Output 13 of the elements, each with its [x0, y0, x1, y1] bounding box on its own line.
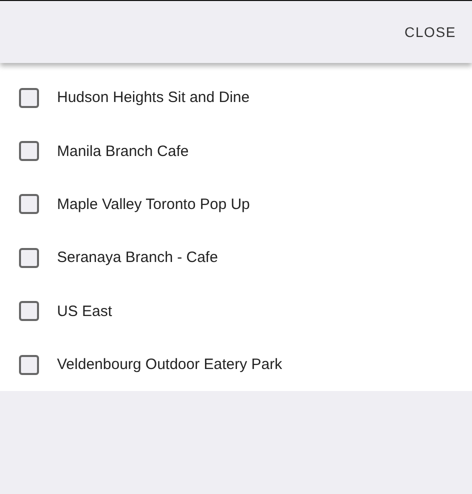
- option-label: Seranaya Branch - Cafe: [57, 249, 218, 266]
- checkbox[interactable]: [19, 194, 39, 214]
- checkbox[interactable]: [19, 354, 39, 375]
- option-label: US East: [57, 302, 112, 320]
- option-label: Hudson Heights Sit and Dine: [57, 89, 250, 106]
- option-label: Veldenbourg Outdoor Eatery Park: [57, 356, 282, 374]
- close-button[interactable]: CLOSE: [398, 18, 462, 46]
- checkbox[interactable]: [19, 248, 39, 268]
- option-label: Maple Valley Toronto Pop Up: [57, 196, 250, 213]
- checkbox[interactable]: [19, 88, 39, 108]
- option-label: Manila Branch Cafe: [57, 142, 189, 160]
- checkbox[interactable]: [19, 141, 39, 162]
- checkbox[interactable]: [19, 301, 39, 322]
